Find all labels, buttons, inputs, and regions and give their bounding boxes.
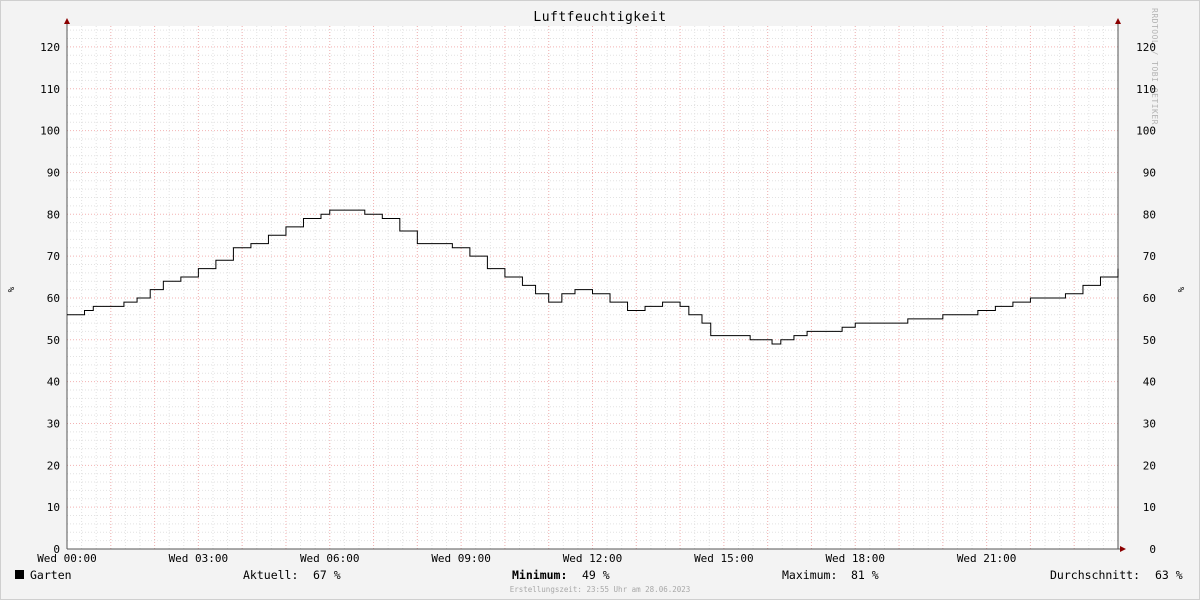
y-tick-label-left: 120 <box>40 41 60 54</box>
legend-average-value: 63 % <box>1155 568 1183 582</box>
y-tick-label-right: 60 <box>1143 292 1156 305</box>
legend-average-label: Durchschnitt: <box>1050 568 1141 582</box>
y-tick-label-left: 70 <box>47 250 60 263</box>
y-tick-label-right: 90 <box>1143 166 1156 179</box>
y-tick-label-left: 60 <box>47 292 60 305</box>
legend-minimum-label: Minimum: <box>512 568 568 582</box>
y-tick-label-left: 20 <box>47 459 60 472</box>
chart-canvas: 0 010 1020 2030 3040 4050 5060 6070 7080 8090 9010… <box>5 18 1185 565</box>
legend-aktuell-value: 67 % <box>313 568 341 582</box>
x-tick-label: Wed 06:00 <box>300 552 360 565</box>
y-tick-label-left: 50 <box>47 334 60 347</box>
y-axis-title-left: % <box>5 287 15 293</box>
y-tick-label-right: 110 <box>1136 83 1156 96</box>
legend-swatch <box>15 570 24 579</box>
y-tick-label-left: 40 <box>47 376 60 389</box>
y-tick-label-left: 10 <box>47 501 60 514</box>
y-tick-label-right: 120 <box>1136 41 1156 54</box>
x-tick-label: Wed 03:00 <box>169 552 229 565</box>
y-tick-label-right: 50 <box>1143 334 1156 347</box>
x-tick-label: Wed 09:00 <box>431 552 491 565</box>
y-tick-label-right: 10 <box>1143 501 1156 514</box>
y-tick-label-right: 40 <box>1143 376 1156 389</box>
x-tick-label: Wed 12:00 <box>563 552 623 565</box>
y-tick-label-left: 110 <box>40 83 60 96</box>
x-axis-arrow <box>1120 546 1126 552</box>
y-tick-label-right: 0 <box>1149 543 1156 556</box>
y-axis-arrow-right <box>1115 18 1121 24</box>
legend-minimum-value: 49 % <box>582 568 610 582</box>
y-tick-label-right: 80 <box>1143 208 1156 221</box>
legend-row: Garten Aktuell: 67 % Minimum: 49 % Maxim… <box>0 568 1200 584</box>
x-tick-label: Wed 21:00 <box>957 552 1017 565</box>
y-axis-arrow-left <box>64 18 70 24</box>
y-tick-label-right: 70 <box>1143 250 1156 263</box>
y-tick-label-right: 20 <box>1143 459 1156 472</box>
y-tick-label-right: 100 <box>1136 125 1156 138</box>
y-tick-label-left: 30 <box>47 417 60 430</box>
y-axis-title-right: % <box>1175 287 1185 293</box>
x-tick-label: Wed 00:00 <box>37 552 97 565</box>
x-tick-label: Wed 15:00 <box>694 552 754 565</box>
creation-time-footer: Erstellungszeit: 23:55 Uhr am 28.06.2023 <box>509 585 691 594</box>
legend-maximum-label: Maximum: <box>782 568 838 582</box>
y-tick-label-right: 30 <box>1143 417 1156 430</box>
y-tick-label-left: 80 <box>47 208 60 221</box>
y-tick-label-left: 100 <box>40 125 60 138</box>
y-tick-label-left: 90 <box>47 166 60 179</box>
legend-series-name: Garten <box>30 568 72 582</box>
legend-aktuell-label: Aktuell: <box>243 568 299 582</box>
legend-maximum-value: 81 % <box>851 568 879 582</box>
x-tick-label: Wed 18:00 <box>825 552 885 565</box>
